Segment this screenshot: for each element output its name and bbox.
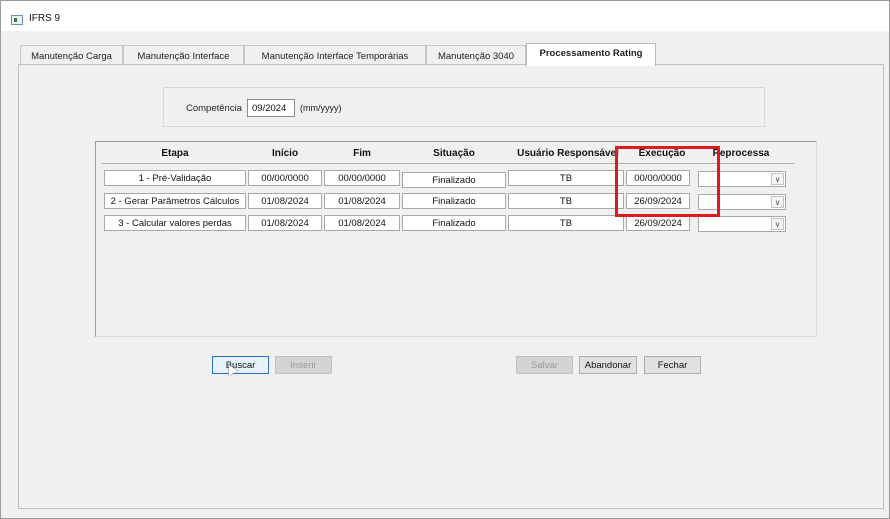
abandonar-button[interactable]: Abandonar [579,356,637,374]
column-header-situacao: Situação [433,148,475,159]
tab-processamento-rating[interactable]: Processamento Rating [526,43,656,66]
cell-execucao[interactable]: 26/09/2024 [626,215,690,231]
tab-manutencao-interface-temporarias[interactable]: Manutenção Interface Temporárias [244,45,426,65]
cell-etapa[interactable]: 1 - Pré-Validação [104,170,246,186]
fechar-button[interactable]: Fechar [644,356,701,374]
cell-etapa[interactable]: 3 - Calcular valores perdas [104,215,246,231]
tab-manutencao-3040[interactable]: Manutenção 3040 [426,45,526,65]
cell-usuario[interactable]: TB [508,215,624,231]
cell-fim[interactable]: 01/08/2024 [324,193,400,209]
title-bar: IFRS 9 [1,1,889,31]
salvar-button[interactable]: Salvar [516,356,573,374]
column-header-usuario-responsavel: Usuário Responsável [517,148,619,159]
competencia-group: Competência 09/2024 (mm/yyyy) [163,87,765,127]
tab-manutencao-carga[interactable]: Manutenção Carga [20,45,123,65]
column-header-inicio: Início [271,148,299,159]
cell-etapa[interactable]: 2 - Gerar Parâmetros Cálculos [104,193,246,209]
competencia-format-hint: (mm/yyyy) [300,103,342,113]
column-header-etapa: Etapa [161,148,189,159]
cell-situacao[interactable]: Finalizado [402,215,506,231]
reprocessa-highlight-box [615,146,720,217]
reprocessa-dropdown[interactable]: ∨ [698,216,786,232]
competencia-input[interactable]: 09/2024 [247,99,295,117]
cell-inicio[interactable]: 01/08/2024 [248,215,322,231]
client-area: Manutenção Carga Manutenção Interface Ma… [8,31,884,513]
cell-inicio[interactable]: 00/00/0000 [248,170,322,186]
column-header-fim: Fim [353,148,371,159]
cell-inicio[interactable]: 01/08/2024 [248,193,322,209]
window-title: IFRS 9 [29,13,61,24]
chevron-down-icon[interactable]: ∨ [771,196,784,208]
buscar-button[interactable]: Buscar [212,356,269,374]
chevron-down-icon[interactable]: ∨ [771,218,784,230]
inserir-button[interactable]: Inserir [275,356,332,374]
tab-strip: Manutenção Carga Manutenção Interface Ma… [20,43,880,66]
cell-situacao[interactable]: Finalizado [402,193,506,209]
chevron-down-icon[interactable]: ∨ [771,173,784,185]
cell-usuario[interactable]: TB [508,170,624,186]
cell-fim[interactable]: 01/08/2024 [324,215,400,231]
cell-fim[interactable]: 00/00/0000 [324,170,400,186]
app-window: IFRS 9 Manutenção Carga Manutenção Inter… [0,0,890,519]
app-window-icon [11,15,23,25]
cell-situacao[interactable]: Finalizado [402,172,506,188]
cell-usuario[interactable]: TB [508,193,624,209]
competencia-label: Competência [186,103,242,114]
tab-panel-processamento-rating: Competência 09/2024 (mm/yyyy) Etapa Iníc… [18,64,884,509]
tab-manutencao-interface[interactable]: Manutenção Interface [123,45,244,65]
